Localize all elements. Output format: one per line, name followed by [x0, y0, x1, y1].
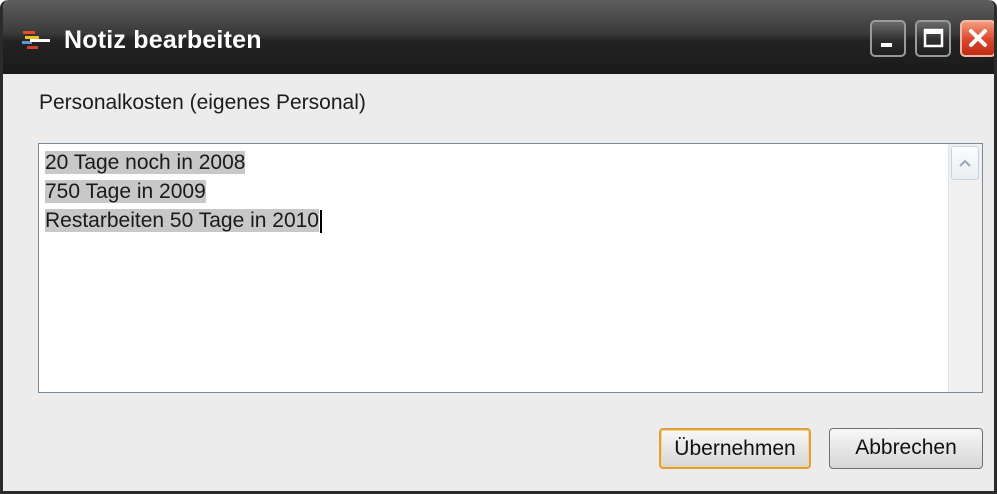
note-line: 750 Tage in 2009 [45, 180, 206, 203]
minimize-icon [881, 43, 892, 47]
vertical-scrollbar[interactable] [948, 144, 982, 392]
note-textarea[interactable]: 20 Tage noch in 2008 750 Tage in 2009 Re… [38, 143, 983, 393]
dialog-window: Notiz bearbeiten Personalkosten (eigenes… [0, 0, 997, 494]
scroll-up-button[interactable] [951, 146, 979, 180]
minimize-button[interactable] [870, 20, 906, 57]
chevron-up-icon [959, 159, 971, 167]
maximize-button[interactable] [915, 20, 951, 57]
field-label: Personalkosten (eigenes Personal) [39, 91, 366, 114]
note-line: 20 Tage noch in 2008 [45, 151, 246, 174]
title-bar[interactable]: Notiz bearbeiten [3, 0, 994, 74]
close-button[interactable] [960, 20, 994, 57]
apply-button[interactable]: Übernehmen [659, 428, 811, 469]
note-line: Restarbeiten 50 Tage in 2010 [45, 206, 322, 235]
app-icon [22, 29, 52, 51]
maximize-icon [923, 28, 944, 48]
cancel-button[interactable]: Abbrechen [829, 428, 983, 469]
window-title: Notiz bearbeiten [64, 26, 262, 54]
close-icon [969, 29, 987, 47]
text-caret [319, 209, 322, 233]
